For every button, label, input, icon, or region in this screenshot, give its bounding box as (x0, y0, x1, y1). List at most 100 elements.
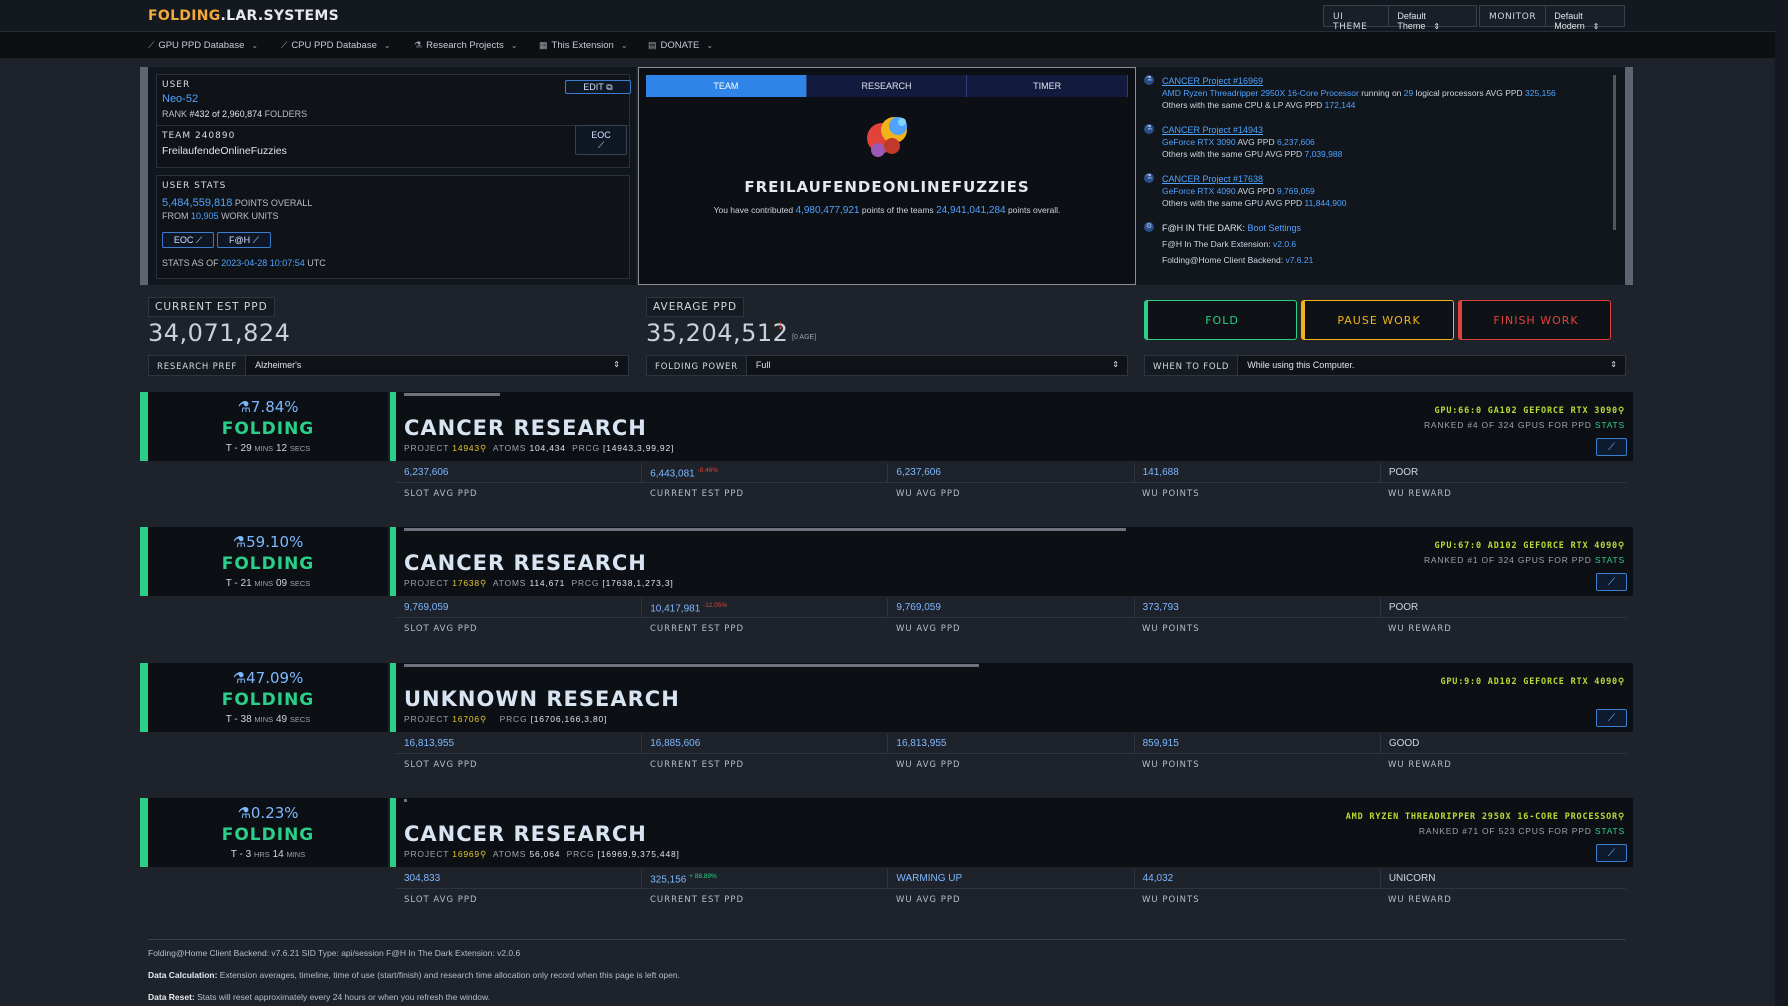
fah-stats-button[interactable]: F@H ⟋ (217, 232, 271, 248)
eoc-stats-button[interactable]: EOC ⟋ (162, 232, 214, 248)
contrib-1: You have contributed (713, 205, 794, 215)
slot-hardware: GPU:66:0 GA102 GEFORCE RTX 3090⚲ (1435, 406, 1625, 416)
nav-this-extension[interactable]: ▦ This Extension ⌄ (539, 40, 628, 51)
pause-work-button[interactable]: PAUSE WORK (1301, 300, 1454, 340)
project-number[interactable]: 16969 (452, 849, 480, 859)
current-est-ppd: 10,417,981 -12.05% (642, 598, 889, 618)
tab-timer[interactable]: TIMER (967, 75, 1129, 97)
slot-chart-button[interactable]: ⟋ (1596, 438, 1627, 456)
info-line2: Others with the same GPU AVG PPD 11,844,… (1162, 197, 1346, 209)
info-title-prefix: F@H IN THE DARK: (1162, 223, 1245, 233)
slot-card: ⚗0.23% FOLDING T - 3 HRS 14 MINS CANCER … (140, 798, 1633, 928)
slot-avg-ppd: 9,769,059 (396, 598, 643, 618)
chevron-down-icon: ⌄ (251, 41, 259, 50)
brand-logo[interactable]: FOLDING.LAR.SYSTEMS (148, 8, 339, 24)
slot-state: FOLDING (221, 690, 315, 710)
info-hardware: AMD Ryzen Threadripper 2950X 16-Core Pro… (1162, 88, 1359, 98)
page-scrollbar[interactable] (1775, 0, 1788, 1006)
slot-chart-button[interactable]: ⟋ (1596, 573, 1627, 591)
slot-progress-bar (404, 664, 979, 667)
team-name[interactable]: FreilaufendeOnlineFuzzies (162, 145, 287, 157)
info-title-line: F@H IN THE DARK: Boot Settings (1162, 222, 1313, 234)
chevron-down-icon: ⌄ (510, 41, 518, 50)
nav-label: CPU PPD Database (291, 40, 377, 51)
nav-cpu-ppd-database[interactable]: ⟋ CPU PPD Database ⌄ (281, 40, 391, 51)
info-item: ⚗ CANCER Project #16969 AMD Ryzen Thread… (1144, 75, 1556, 111)
card-icon: ▤ (648, 40, 657, 50)
stats-link[interactable]: STATS (1595, 555, 1625, 565)
wu-reward: POOR (1380, 463, 1627, 483)
label-wu-points: WU POINTS (1142, 895, 1200, 905)
chart-icon: ⟋ (252, 234, 259, 245)
chart-icon: ⟋ (1608, 847, 1615, 859)
rank-text: RANKED #1 OF 324 GPUS FOR PPD (1423, 555, 1592, 565)
eta-prefix: T - (225, 578, 238, 589)
rank-suffix: FOLDERS (264, 109, 308, 119)
when-to-fold-select[interactable]: WHEN TO FOLD While using this Computer. ⇕ (1144, 355, 1626, 376)
user-stats-label: USER STATS (162, 181, 227, 191)
info-line1: AMD Ryzen Threadripper 2950X 16-Core Pro… (1162, 87, 1556, 99)
label-current-est-ppd: CURRENT EST PPD (650, 895, 745, 905)
value: GOOD (1388, 738, 1420, 749)
monitor-label: MONITOR (1480, 6, 1547, 26)
nav-research-projects[interactable]: ⚗ Research Projects ⌄ (414, 40, 517, 51)
delta-badge: -12.05% (703, 602, 728, 609)
fold-button[interactable]: FOLD (1144, 300, 1297, 340)
slot-chart-button[interactable]: ⟋ (1596, 709, 1627, 727)
monitor-select[interactable]: Default Modern ⇕ (1546, 6, 1624, 31)
slot-chart-button[interactable]: ⟋ (1596, 844, 1627, 862)
eoc-team-button[interactable]: EOC ⟋ (575, 125, 627, 155)
project-number[interactable]: 17638 (452, 578, 480, 588)
boot-settings-link[interactable]: Boot Settings (1248, 223, 1302, 233)
link-icon: ⚲ (1617, 812, 1625, 822)
nav-donate[interactable]: ▤ DONATE ⌄ (648, 40, 713, 51)
label-wu-reward: WU REWARD (1388, 489, 1452, 499)
eta-a: 3 (245, 849, 252, 860)
wu-reward: GOOD (1380, 734, 1627, 754)
stats-as-of-value: 2023-04-28 10:07:54 (221, 258, 305, 268)
tab-team[interactable]: TEAM (646, 75, 807, 97)
info-scrollbar[interactable] (1613, 75, 1616, 230)
rank-text: RANKED #4 OF 324 GPUS FOR PPD (1423, 420, 1592, 430)
stats-link[interactable]: STATS (1595, 826, 1625, 836)
tab-research[interactable]: RESEARCH (806, 75, 968, 97)
wu-points: 141,688 (1134, 463, 1381, 483)
info-title[interactable]: CANCER Project #14943 (1162, 124, 1342, 136)
folding-power-select[interactable]: FOLDING POWER Full ⇕ (646, 355, 1128, 376)
value: POOR (1388, 467, 1419, 478)
slot-value-labels: SLOT AVG PPD CURRENT EST PPD WU AVG PPD … (396, 622, 1626, 638)
project-number[interactable]: 16706 (452, 714, 480, 724)
stats-link[interactable]: STATS (1595, 420, 1625, 430)
eta-b-unit: MINS (286, 850, 306, 859)
info-item: ⚗ CANCER Project #14943 GeForce RTX 3090… (1144, 124, 1342, 160)
info-title[interactable]: CANCER Project #16969 (1162, 75, 1556, 87)
chevron-down-icon: ⌄ (706, 41, 714, 50)
finish-work-button[interactable]: FINISH WORK (1458, 300, 1611, 340)
eta-a: 21 (240, 578, 252, 589)
research-pref-select[interactable]: RESEARCH PREF Alzheimer's ⇕ (148, 355, 629, 376)
slot-progress-percent: ⚗7.84% (148, 398, 388, 416)
user-name[interactable]: Neo-52 (162, 93, 198, 105)
when-to-fold-value-wrap[interactable]: While using this Computer. ⇕ (1238, 356, 1625, 375)
research-pref-label: RESEARCH PREF (149, 356, 247, 375)
points-value: 5,484,559,818 (162, 197, 233, 209)
footer-data-reset: Data Reset: Stats will reset approximate… (148, 992, 490, 1002)
nav-label: This Extension (551, 40, 614, 51)
edit-user-button[interactable]: EDIT ⧉ (565, 80, 631, 94)
slot-status: ⚗7.84% FOLDING T - 29 MINS 12 SECS (148, 392, 388, 461)
gear-icon: ⚙ (1144, 222, 1154, 232)
average-ppd-label: AVERAGE PPD (646, 297, 745, 317)
stats-as-of: STATS AS OF 2023-04-28 10:07:54 UTC (162, 258, 326, 268)
info-value: 9,769,059 (1276, 186, 1315, 196)
folding-power-value: Full (755, 360, 771, 370)
eta-b-unit: SECS (289, 444, 311, 453)
info-value: 6,237,606 (1276, 137, 1315, 147)
nav-gpu-ppd-database[interactable]: ⟋ GPU PPD Database ⌄ (148, 40, 258, 51)
ui-theme-select[interactable]: Default Theme ⇕ (1389, 6, 1476, 31)
project-number[interactable]: 14943 (452, 443, 480, 453)
footer-data-calculation: Data Calculation: Extension averages, ti… (148, 970, 680, 980)
info-title[interactable]: CANCER Project #17638 (1162, 173, 1346, 185)
folding-power-value-wrap[interactable]: Full ⇕ (747, 356, 1127, 375)
eta-a: 38 (240, 714, 252, 725)
research-pref-value-wrap[interactable]: Alzheimer's ⇕ (246, 356, 628, 375)
